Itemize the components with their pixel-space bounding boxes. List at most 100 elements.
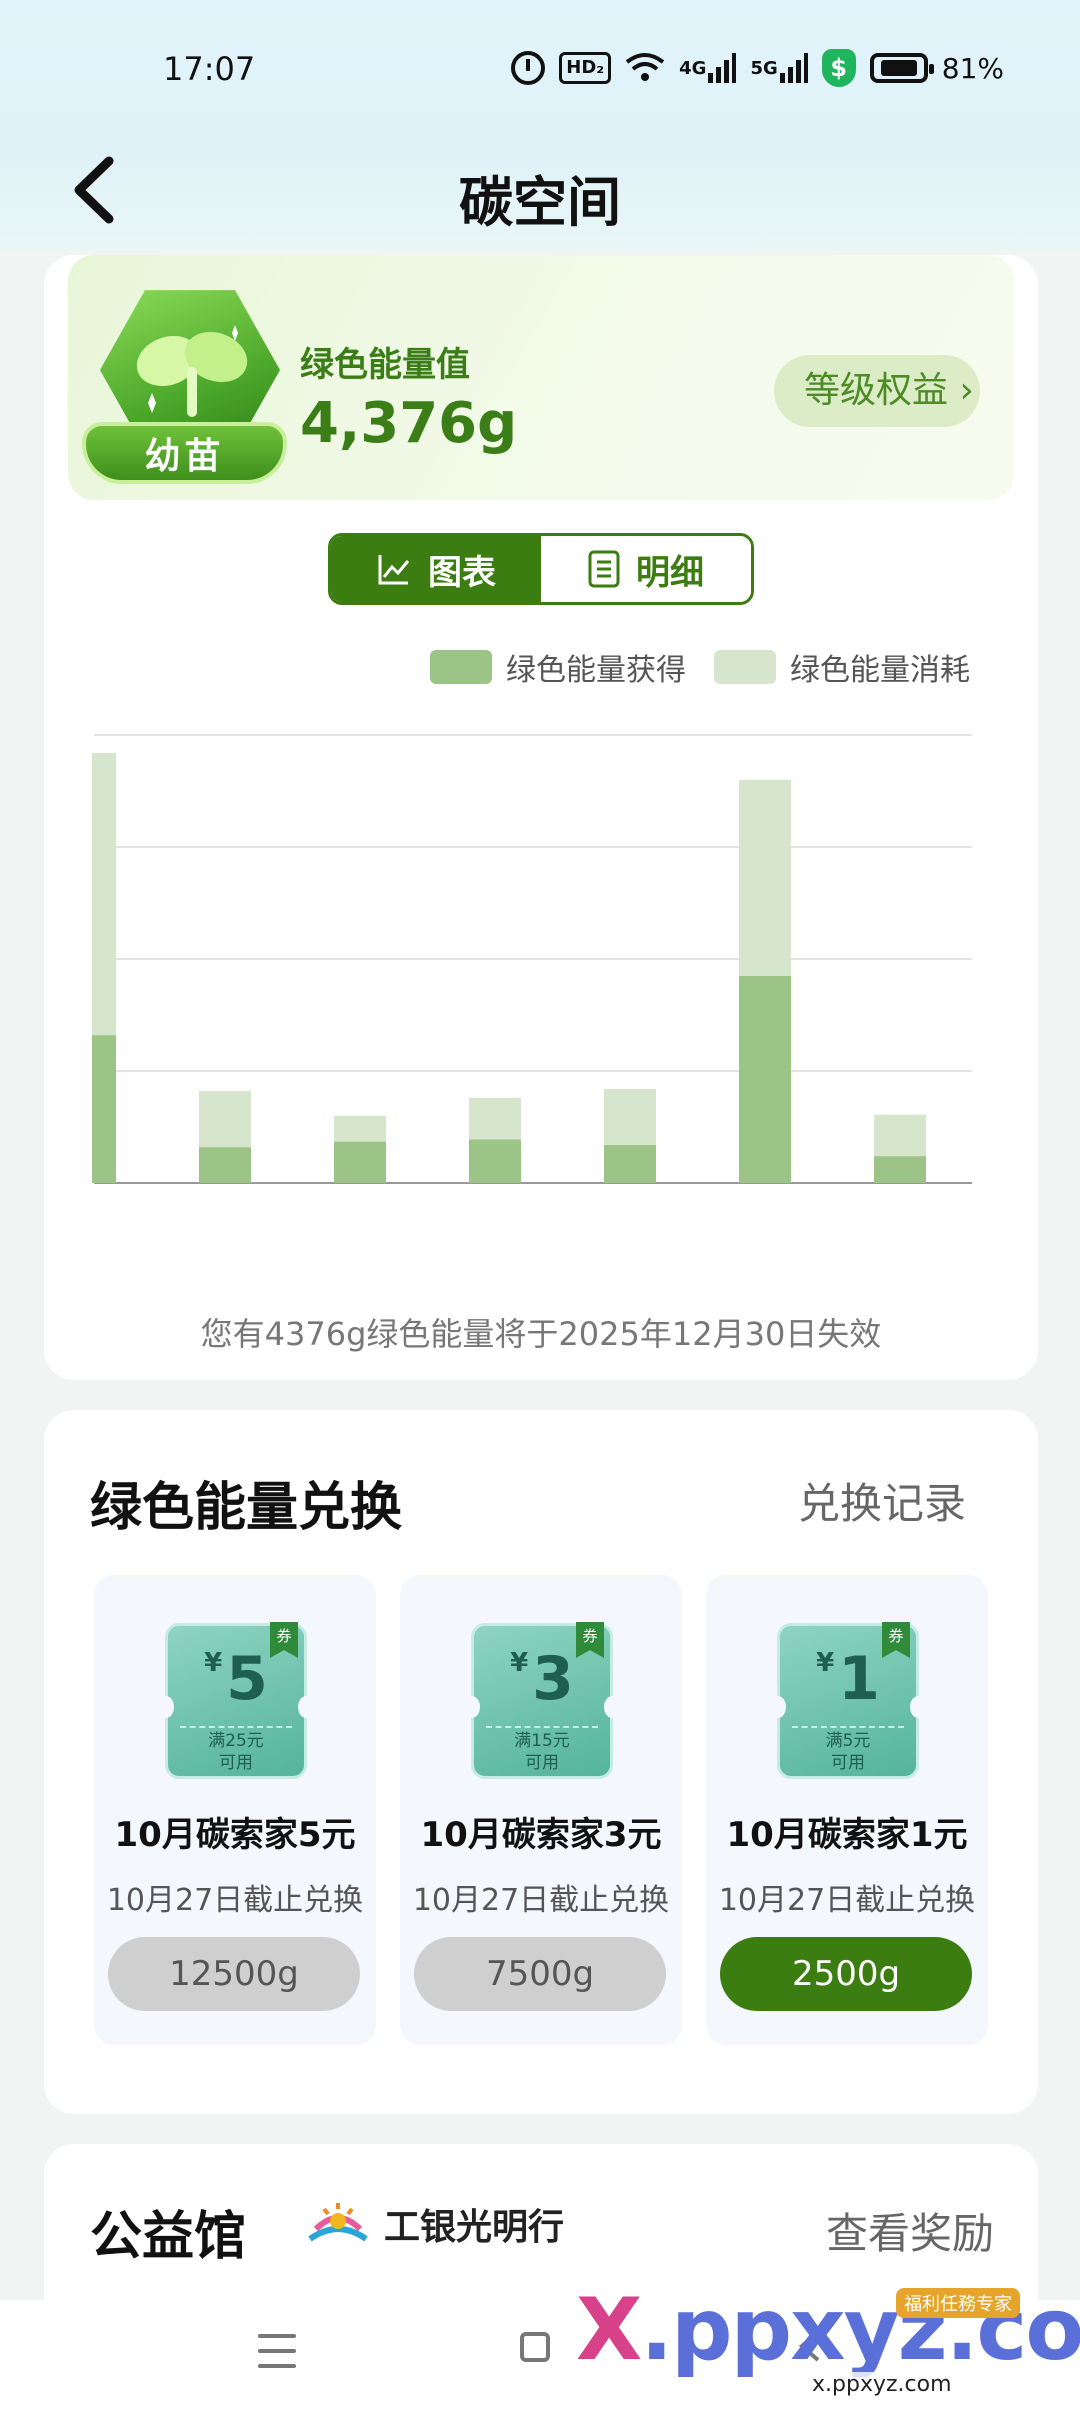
redeem-button[interactable]: 2500g [720,1937,972,2011]
home-button[interactable] [520,2332,550,2362]
coupon-condition: 满25元 可用 [168,1730,304,1774]
legend-gain-swatch [430,650,492,684]
watermark-badge: 福利任務专家 [896,2288,1020,2318]
energy-value: 4,376g [300,391,518,456]
coupon-deadline: 10月27日截止兑换 [412,1883,670,1918]
legend-consume-label: 绿色能量消耗 [790,653,970,688]
menu-line [258,2334,296,2338]
menu-line [258,2349,296,2353]
yen-symbol: ¥ [204,1648,223,1678]
coupon-usable: 可用 [525,1753,559,1773]
bar-consume[interactable] [604,1088,656,1145]
signal-5g-label: 5G [750,57,778,79]
exchange-card: 绿色能量兑换 兑换记录 券 ¥5 满25元 可用 10月碳索家5元 10月27日截… [44,1410,1038,2114]
redeem-button[interactable]: 12500g [108,1937,360,2011]
signal-4g-label: 4G [679,57,707,79]
coupon-deadline: 10月27日截止兑换 [718,1883,976,1918]
coupon-threshold: 满5元 [825,1731,871,1751]
ticket-divider [180,1726,292,1728]
level-name: 幼苗 [82,422,287,484]
x-tick-label: 06月 [461,1202,529,1205]
coupon-ticket: 券 ¥5 满25元 可用 [158,1622,314,1779]
energy-card: 幼苗 绿色能量值 4,376g 等级权益 › 图表 明细 绿色能量获得 绿色能量… [44,255,1038,1380]
coupon-name: 10月碳索家5元 [114,1815,356,1855]
coupon-card[interactable]: 券 ¥5 满25元 可用 10月碳索家5元 10月27日截止兑换 12500g [94,1575,376,2045]
bar-gain[interactable] [874,1156,926,1183]
page: 17:07 HD₂ 4G 5G $ 81% 碳空间 幼苗 绿色能量值 4,376… [0,0,1080,2412]
bar-gain[interactable] [739,975,791,1183]
bar-consume[interactable] [469,1097,521,1140]
hd-voice-icon: HD₂ [559,52,612,84]
bar-gain[interactable] [199,1147,251,1183]
x-tick-label: 07月 [596,1202,664,1205]
ticket-divider [792,1726,904,1728]
level-badge: 幼苗 [82,285,292,500]
redeem-button[interactable]: 7500g [414,1937,666,2011]
list-icon [588,550,620,588]
coupon-condition: 满5元 可用 [780,1730,916,1774]
coupon-amount: ¥3 [474,1644,610,1714]
view-rewards-link[interactable]: 查看奖励 [826,2200,994,2261]
chart-legend: 绿色能量获得 绿色能量消耗 [430,645,970,689]
bar-consume[interactable] [874,1114,926,1157]
coupon-amount-value: 5 [226,1644,268,1714]
expiry-note: 您有4376g绿色能量将于2025年12月30日失效 [200,1315,882,1353]
bar-consume[interactable] [739,779,791,976]
level-benefits-button[interactable]: 等级权益 › [774,355,980,427]
watermark-x: X [576,2280,642,2380]
chart-scroll-edge [44,705,92,1205]
sprout-icon [136,325,248,417]
yen-symbol: ¥ [510,1648,529,1678]
legend-consume-swatch [714,650,776,684]
partner-logo: 工银光明行 [302,2198,564,2250]
legend-gain: 绿色能量获得 [430,645,686,689]
coupon-deadline: 10月27日截止兑换 [106,1883,364,1918]
coupon-name: 10月碳索家3元 [420,1815,662,1855]
coupon-amount: ¥1 [780,1644,916,1714]
watermark: X.ppxyz.com 福利任務专家 x.ppxyz.com [576,2280,1080,2410]
nav-bar: 碳空间 [0,140,1080,240]
signal-5g-icon: 5G [750,48,808,88]
energy-label: 绿色能量值 [300,345,470,385]
coupon-name: 10月碳索家1元 [726,1815,968,1855]
bar-gain[interactable] [334,1141,386,1183]
coupon-usable: 可用 [831,1753,865,1773]
page-title: 碳空间 [459,171,621,234]
coupon-ticket: 券 ¥1 满5元 可用 [770,1622,926,1779]
exchange-title: 绿色能量兑换 [90,1478,403,1538]
energy-bar-chart: 5月04月05月06月07月08月09月 [44,705,972,1237]
coupon-amount: ¥5 [168,1644,304,1714]
ticket-divider [486,1726,598,1728]
security-shield-icon: $ [821,49,856,87]
exchange-record-link[interactable]: 兑换记录 [798,1470,966,1531]
coupon-card[interactable]: 券 ¥1 满5元 可用 10月碳索家1元 10月27日截止兑换 2500g [706,1575,988,2045]
bar-consume[interactable] [334,1115,386,1142]
coupon-card[interactable]: 券 ¥3 满15元 可用 10月碳索家3元 10月27日截止兑换 7500g [400,1575,682,2045]
tab-chart[interactable]: 图表 [331,536,541,602]
status-time: 17:07 [163,50,256,88]
coupon-threshold: 满25元 [208,1731,264,1751]
x-tick-label: 09月 [866,1202,934,1205]
alarm-icon [511,51,546,85]
tab-detail-label: 明细 [636,552,704,593]
battery-icon [869,53,934,83]
coupon-threshold: 满15元 [514,1731,570,1751]
battery-percent: 81% [941,51,1004,85]
signal-4g-icon: 4G [679,48,737,88]
coupon-ticket: 券 ¥3 满15元 可用 [464,1622,620,1779]
menu-line [258,2364,296,2368]
partner-name: 工银光明行 [384,2207,565,2248]
yen-symbol: ¥ [816,1648,835,1678]
legend-gain-label: 绿色能量获得 [506,653,686,688]
legend-consume: 绿色能量消耗 [714,645,970,689]
x-tick-label: 08月 [731,1202,799,1205]
coupon-usable: 可用 [219,1753,253,1773]
wifi-icon [625,48,665,88]
recent-apps-button[interactable] [258,2334,296,2368]
bar-gain[interactable] [469,1139,521,1183]
x-tick-label: 05月 [326,1202,394,1205]
tab-chart-label: 图表 [428,552,496,593]
bar-consume[interactable] [199,1091,251,1148]
bar-gain[interactable] [604,1144,656,1183]
tab-detail[interactable]: 明细 [541,536,751,602]
